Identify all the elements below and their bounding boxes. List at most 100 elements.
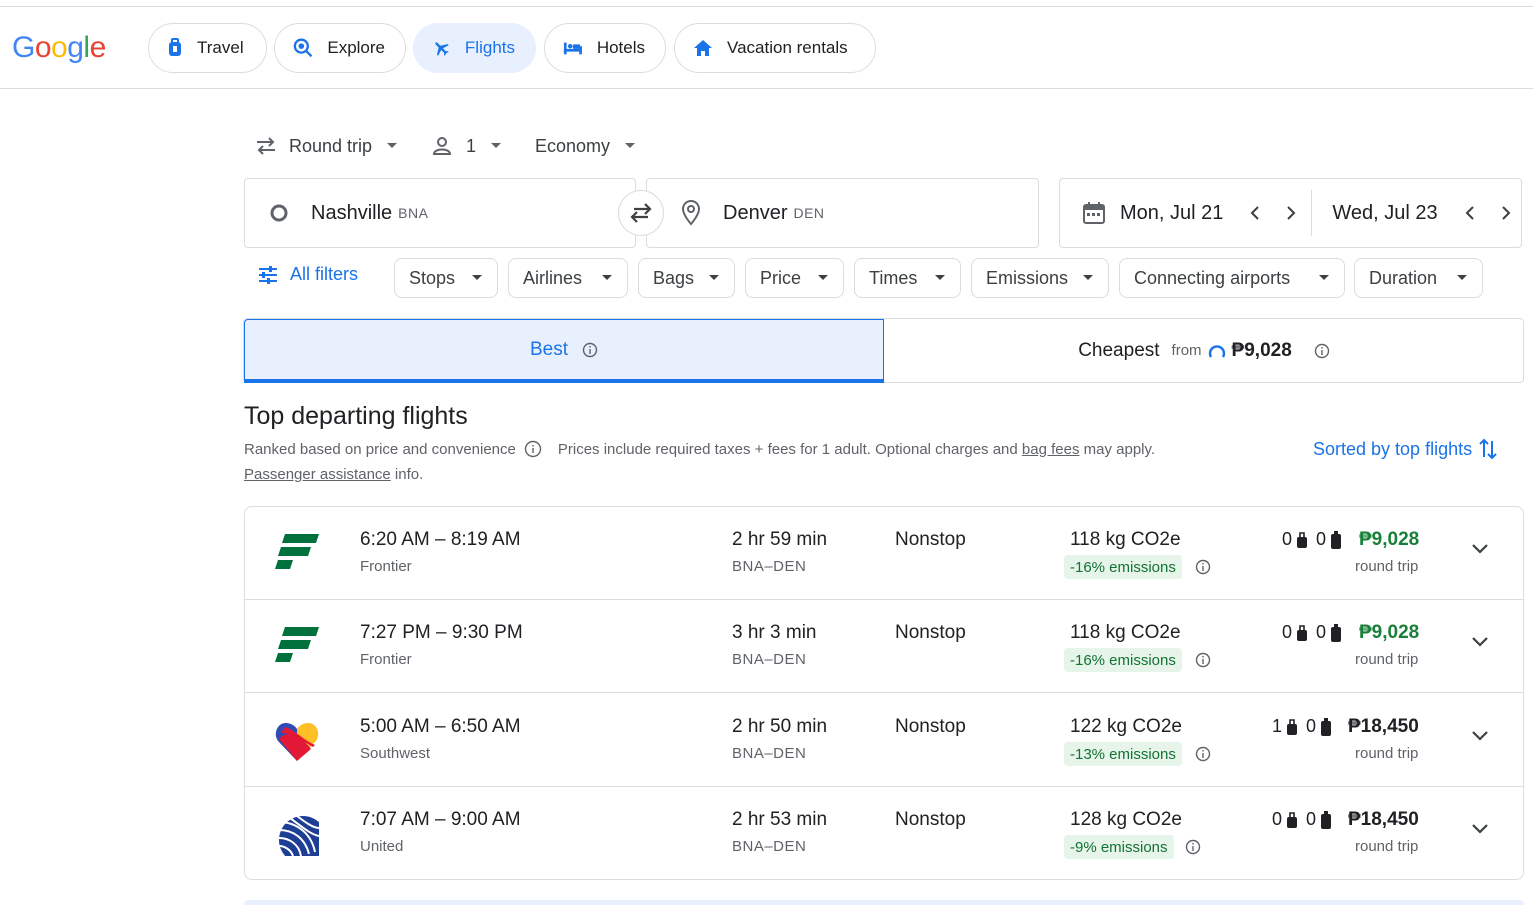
chevron-left-icon[interactable] <box>1464 205 1476 221</box>
airline-name: Frontier <box>360 651 412 668</box>
caret-down-icon <box>709 275 719 280</box>
chevron-down-icon[interactable] <box>1471 730 1489 742</box>
sort-button[interactable]: Sorted by top flights <box>1313 437 1498 461</box>
trip-type-select[interactable]: Round trip <box>255 132 398 160</box>
info-icon[interactable] <box>524 440 542 458</box>
carry-on-bag-icon <box>1287 718 1298 735</box>
flight-route: BNA–DEN <box>732 838 807 855</box>
nav-flights[interactable]: Flights <box>413 23 536 73</box>
flight-row[interactable]: 5:00 AM – 6:50 AM Southwest 2 hr 50 min … <box>245 694 1523 787</box>
co2-amount: 118 kg CO2e <box>1070 529 1181 550</box>
checked-bag-count: 0 <box>1306 716 1317 736</box>
bag-fees-link[interactable]: bag fees <box>1022 441 1080 458</box>
destination-field[interactable]: Denver DEN <box>646 178 1039 248</box>
tab-best-label: Best <box>529 338 569 360</box>
flight-duration: 2 hr 53 min <box>732 809 828 830</box>
checked-bag-icon <box>1321 717 1332 736</box>
chevron-right-icon[interactable] <box>1285 205 1297 221</box>
info-icon[interactable] <box>1195 746 1211 762</box>
chevron-down-icon[interactable] <box>1471 823 1489 835</box>
co2-amount: 118 kg CO2e <box>1070 622 1181 643</box>
checked-bag-icon <box>1331 623 1342 642</box>
filter-airlines[interactable]: Airlines <box>508 258 628 298</box>
bag-allowance: 0 0 <box>1282 529 1342 550</box>
tab-cheapest[interactable]: Cheapest from ₱9,028 <box>885 319 1523 382</box>
filter-connecting-airports[interactable]: Connecting airports <box>1119 258 1345 298</box>
travel-bag-icon <box>169 38 181 56</box>
filter-label: Stops <box>409 267 456 288</box>
passengers-select[interactable]: 1 <box>432 132 502 160</box>
calendar-icon <box>1083 202 1105 224</box>
flight-route: BNA–DEN <box>732 745 807 762</box>
checked-bag-icon <box>1321 810 1332 829</box>
filter-bags[interactable]: Bags <box>638 258 735 298</box>
flight-row[interactable]: 7:07 AM – 9:00 AM United 2 hr 53 min BNA… <box>245 787 1523 880</box>
ranked-text: Ranked based on price and convenience <box>244 440 516 458</box>
flight-stops: Nonstop <box>895 529 966 550</box>
filter-price[interactable]: Price <box>745 258 844 298</box>
chevron-down-icon[interactable] <box>1471 543 1489 555</box>
origin-field[interactable]: Nashville BNA <box>244 178 636 248</box>
flight-stops: Nonstop <box>895 809 966 830</box>
flight-list: 6:20 AM – 8:19 AM Frontier 2 hr 59 min B… <box>244 506 1524 880</box>
info-icon[interactable] <box>1195 559 1211 575</box>
results-note: Ranked based on price and convenience Pr… <box>244 440 1155 458</box>
flight-row[interactable]: 6:20 AM – 8:19 AM Frontier 2 hr 59 min B… <box>245 507 1523 600</box>
filter-emissions[interactable]: Emissions <box>971 258 1109 298</box>
cabin-class-select[interactable]: Economy <box>535 132 636 160</box>
united-logo-icon <box>275 812 327 864</box>
google-logo[interactable]: Google <box>12 31 106 65</box>
nav-hotels[interactable]: Hotels <box>544 23 666 73</box>
chevron-right-icon[interactable] <box>1500 205 1512 221</box>
nav-travel[interactable]: Travel <box>148 23 267 73</box>
caret-down-icon <box>818 275 828 280</box>
filter-duration[interactable]: Duration <box>1354 258 1483 298</box>
info-icon[interactable] <box>1195 652 1211 668</box>
frontier-logo-icon <box>275 532 319 576</box>
swap-icon <box>630 203 652 223</box>
info-text: info. <box>394 466 424 483</box>
info-icon[interactable] <box>582 342 598 358</box>
nav-vacation-rentals[interactable]: Vacation rentals <box>674 23 876 73</box>
bed-icon <box>563 42 582 55</box>
passenger-assistance-link[interactable]: Passenger assistance <box>244 466 391 483</box>
flight-route: BNA–DEN <box>732 651 807 668</box>
bag-allowance: 0 0 <box>1282 622 1342 643</box>
destination-city: Denver <box>723 201 788 224</box>
assistance-note: Passenger assistance info. <box>244 466 423 483</box>
filter-label: Bags <box>653 267 695 288</box>
origin-city: Nashville <box>311 201 393 224</box>
info-icon[interactable] <box>1314 343 1330 359</box>
checked-bag-count: 0 <box>1316 622 1327 642</box>
caret-down-icon <box>1083 275 1093 280</box>
flight-row[interactable]: 7:27 PM – 9:30 PM Frontier 3 hr 3 min BN… <box>245 600 1523 693</box>
sort-tabs: Best Cheapest from ₱9,028 <box>243 318 1524 383</box>
chevron-down-icon[interactable] <box>1471 636 1489 648</box>
filter-times[interactable]: Times <box>854 258 961 298</box>
co2-amount: 128 kg CO2e <box>1070 809 1182 830</box>
caret-down-icon <box>472 275 482 280</box>
bag-allowance: 1 0 <box>1272 716 1332 737</box>
filter-stops[interactable]: Stops <box>394 258 498 298</box>
trip-type-note: round trip <box>1355 558 1419 575</box>
all-filters-button[interactable]: All filters <box>258 264 358 285</box>
swap-origin-destination-button[interactable] <box>618 190 664 236</box>
southwest-logo-icon <box>275 719 319 763</box>
checked-bag-count: 0 <box>1306 809 1317 829</box>
caret-down-icon <box>935 275 945 280</box>
caret-down-icon <box>602 275 612 280</box>
flight-route: BNA–DEN <box>732 558 807 575</box>
caret-down-icon <box>387 143 398 148</box>
filter-label: Duration <box>1369 267 1438 288</box>
date-range-field[interactable]: Mon, Jul 21 Wed, Jul 23 <box>1059 178 1522 248</box>
return-date[interactable]: Wed, Jul 23 <box>1332 202 1437 225</box>
carry-on-bag-icon <box>1297 531 1308 548</box>
flight-times: 7:07 AM – 9:00 AM <box>360 809 521 830</box>
info-icon[interactable] <box>1185 839 1201 855</box>
tab-best[interactable]: Best <box>244 319 884 383</box>
chevron-left-icon[interactable] <box>1249 205 1261 221</box>
departure-date[interactable]: Mon, Jul 21 <box>1120 202 1223 225</box>
airline-name: United <box>360 838 404 855</box>
nav-explore[interactable]: Explore <box>274 23 406 73</box>
filter-label: Emissions <box>986 267 1069 288</box>
